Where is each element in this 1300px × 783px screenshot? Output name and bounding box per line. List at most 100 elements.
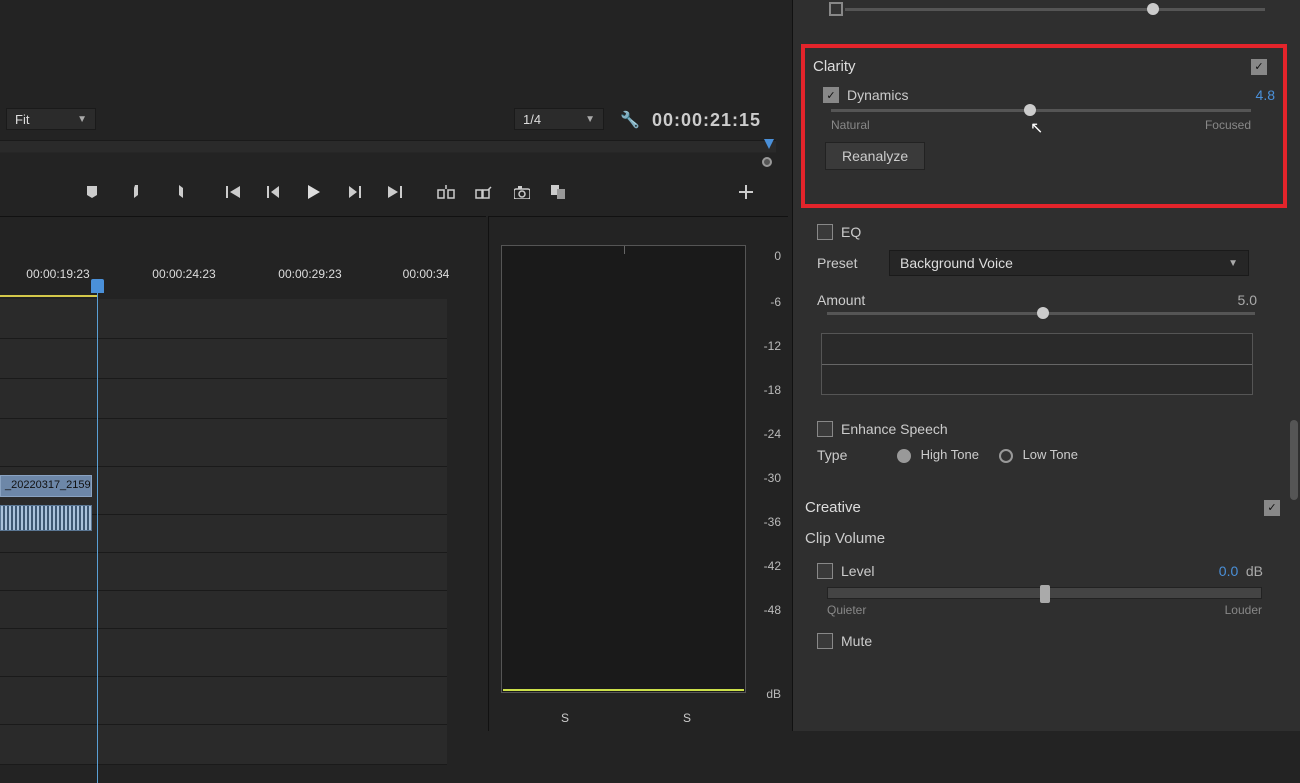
timecode-display[interactable]: 00:00:21:15 <box>652 110 761 131</box>
preset-value: Background Voice <box>900 255 1013 271</box>
level-checkbox[interactable] <box>817 563 833 579</box>
playhead-icon[interactable] <box>91 279 104 293</box>
high-tone-label: High Tone <box>921 447 979 462</box>
timeline-edge-area <box>447 295 469 735</box>
export-frame-button[interactable] <box>512 183 532 201</box>
resolution-label: 1/4 <box>523 112 541 127</box>
mark-in-button[interactable] <box>126 183 146 201</box>
timeline-ruler[interactable]: 00:00:19:23 00:00:24:23 00:00:29:23 00:0… <box>0 217 486 279</box>
play-button[interactable] <box>304 183 324 201</box>
scale-label: -18 <box>764 383 781 397</box>
go-to-in-button[interactable] <box>224 183 244 201</box>
panel-scrollbar[interactable] <box>1290 420 1298 500</box>
audio-meter-panel: 0 -6 -12 -18 -24 -30 -36 -42 -48 dB S S <box>488 216 788 731</box>
clarity-section: Clarity ✓ ✓ Dynamics 4.8 ↖ Natural Focus… <box>801 44 1287 208</box>
zoom-fit-dropdown[interactable]: Fit ▼ <box>6 108 96 130</box>
add-marker-button[interactable] <box>82 183 102 201</box>
solo-button-left[interactable]: S <box>561 711 569 725</box>
dynamics-label: Dynamics <box>847 87 1256 103</box>
creative-section-header[interactable]: Creative ✓ <box>805 499 1288 516</box>
creative-enable-checkbox[interactable]: ✓ <box>1264 500 1280 516</box>
level-value[interactable]: 0.0 <box>1219 563 1238 579</box>
monitor-timeline-ruler[interactable] <box>0 140 776 170</box>
step-forward-button[interactable] <box>344 183 364 201</box>
reanalyze-button[interactable]: Reanalyze <box>825 142 925 170</box>
vol-label-left: Quieter <box>827 603 866 617</box>
audio-track-a8[interactable] <box>0 725 447 765</box>
video-track-v1[interactable] <box>0 379 447 419</box>
dynamics-checkbox[interactable]: ✓ <box>823 87 839 103</box>
low-tone-label: Low Tone <box>1023 447 1078 462</box>
mark-out-button[interactable] <box>168 183 188 201</box>
audio-track-a7[interactable] <box>0 677 447 725</box>
comparison-view-button[interactable] <box>550 183 570 201</box>
chevron-down-icon: ▼ <box>77 114 87 125</box>
enhance-speech-checkbox[interactable] <box>817 421 833 437</box>
scale-label: -30 <box>764 471 781 485</box>
amount-slider[interactable] <box>827 312 1255 315</box>
solo-button-right[interactable]: S <box>683 711 691 725</box>
cursor-icon: ↖ <box>1030 118 1043 138</box>
prior-slider-track[interactable] <box>845 8 1265 11</box>
mute-checkbox[interactable] <box>817 633 833 649</box>
monitor-out-point-icon[interactable] <box>762 157 772 167</box>
eq-section: EQ Preset Background Voice ▼ Amount 5.0 <box>805 224 1288 395</box>
resolution-dropdown[interactable]: 1/4 ▼ <box>514 108 604 130</box>
audio-track-a1[interactable] <box>0 419 447 467</box>
high-tone-option[interactable]: High Tone <box>897 447 979 463</box>
work-area-bar[interactable] <box>0 295 98 297</box>
step-back-button[interactable] <box>264 183 284 201</box>
creative-title: Creative <box>805 499 861 516</box>
scale-label: -36 <box>764 515 781 529</box>
radio-icon <box>897 449 911 463</box>
preset-dropdown[interactable]: Background Voice ▼ <box>889 250 1249 276</box>
low-tone-option[interactable]: Low Tone <box>999 447 1078 463</box>
amount-label: Amount <box>817 292 865 308</box>
radio-icon <box>999 449 1013 463</box>
program-monitor-area: Fit ▼ 1/4 ▼ 🔧 00:00:21:15 <box>0 0 790 731</box>
prior-checkbox[interactable] <box>829 2 843 16</box>
preset-label: Preset <box>817 255 889 271</box>
slider-thumb[interactable] <box>1040 585 1050 603</box>
dynamics-value[interactable]: 4.8 <box>1256 87 1275 103</box>
scale-unit: dB <box>766 687 781 701</box>
slider-thumb[interactable] <box>1037 307 1049 319</box>
settings-wrench-icon[interactable]: 🔧 <box>620 110 640 130</box>
volume-slider[interactable] <box>827 587 1262 599</box>
eq-label: EQ <box>841 224 861 240</box>
video-clip[interactable]: _20220317_2159 <box>0 475 92 497</box>
mute-label: Mute <box>841 633 872 649</box>
audio-track-a4[interactable] <box>0 553 447 591</box>
video-track-v2[interactable] <box>0 339 447 379</box>
slider-thumb[interactable] <box>1024 104 1036 116</box>
dynamics-slider[interactable] <box>831 109 1251 112</box>
zoom-fit-label: Fit <box>15 112 29 127</box>
tone-type-row: Type High Tone Low Tone <box>805 447 1288 463</box>
amount-value[interactable]: 5.0 <box>1238 292 1257 308</box>
timeline-panel: 00:00:19:23 00:00:24:23 00:00:29:23 00:0… <box>0 216 486 731</box>
time-label: 00:00:19:23 <box>26 267 89 281</box>
clarity-enable-checkbox[interactable]: ✓ <box>1251 59 1267 75</box>
go-to-out-button[interactable] <box>384 183 404 201</box>
audio-track-a6[interactable] <box>0 629 447 677</box>
eq-checkbox[interactable] <box>817 224 833 240</box>
lift-button[interactable] <box>436 183 456 201</box>
level-unit: dB <box>1246 563 1263 579</box>
type-label: Type <box>817 447 877 463</box>
scale-label: -12 <box>764 339 781 353</box>
extract-button[interactable] <box>474 183 494 201</box>
chevron-down-icon: ▼ <box>1228 258 1238 269</box>
slider-label-left: Natural <box>831 118 870 132</box>
button-editor-plus-icon[interactable] <box>736 183 756 201</box>
chevron-down-icon: ▼ <box>585 114 595 125</box>
transport-controls <box>0 178 776 206</box>
time-label: 00:00:29:23 <box>278 267 341 281</box>
eq-curve-display[interactable] <box>821 333 1253 395</box>
audio-clip[interactable] <box>0 505 92 531</box>
monitor-playhead-icon[interactable] <box>764 139 774 149</box>
time-label: 00:00:24:23 <box>152 267 215 281</box>
audio-meter <box>501 245 746 693</box>
video-track-v3[interactable] <box>0 299 447 339</box>
audio-track-a5[interactable] <box>0 591 447 629</box>
slider-thumb[interactable] <box>1147 3 1159 15</box>
